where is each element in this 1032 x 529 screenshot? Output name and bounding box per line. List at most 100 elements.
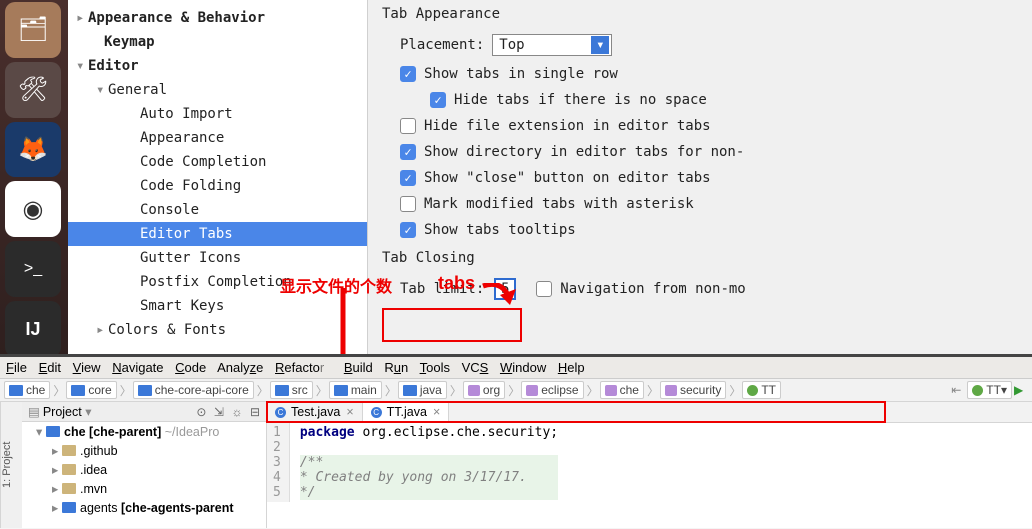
launcher-app-terminal[interactable]: >_ — [5, 241, 61, 297]
editor-tab-test[interactable]: CTest.java× — [267, 402, 363, 422]
launcher-app-chrome[interactable]: ◉ — [5, 181, 61, 237]
tree-general[interactable]: ▾General — [68, 78, 367, 102]
code-keyword: package — [300, 425, 355, 440]
tree-root[interactable]: ▾che [che-parent] ~/IdeaPro — [22, 422, 266, 441]
checkbox-icon[interactable] — [536, 281, 552, 297]
checkbox-icon[interactable] — [400, 196, 416, 212]
class-icon: C — [275, 407, 286, 418]
crumb-che2[interactable]: che — [600, 381, 644, 399]
menu-refactor[interactable]: Refactor — [275, 360, 332, 375]
close-icon[interactable]: × — [346, 405, 353, 419]
menu-navigate[interactable]: Navigate — [112, 360, 163, 375]
tree-smart-keys[interactable]: Smart Keys — [68, 294, 367, 318]
project-pane-header: ▤Project ▾ ⊙ ⇲ ☼ ⊟ — [22, 402, 266, 422]
code-text[interactable]: package org.eclipse.che.security; /** * … — [290, 423, 558, 502]
crumb-org[interactable]: org — [463, 381, 505, 399]
section-tab-closing: Tab Closing — [382, 250, 1022, 266]
tree-gutter-icons[interactable]: Gutter Icons — [68, 246, 367, 270]
crumb-label: main — [351, 383, 377, 397]
menu-build[interactable]: Build — [344, 360, 373, 375]
run-config-select[interactable]: TT ▾ — [967, 381, 1012, 399]
chk-close-btn[interactable]: ✓Show "close" button on editor tabs — [400, 170, 1022, 186]
folder-icon — [62, 464, 76, 475]
launcher-app-settings[interactable]: 🛠 — [5, 62, 61, 118]
chk-hide-no-space[interactable]: ✓Hide tabs if there is no space — [430, 92, 1022, 108]
tree-label: [che-agents-parent — [121, 501, 234, 515]
ide-window: File Edit View Navigate Code Analyze Ref… — [0, 354, 1032, 529]
project-toolwindow-tab[interactable]: 1: Project — [0, 402, 22, 528]
crumb-java[interactable]: java — [398, 381, 447, 399]
launcher-app-firefox[interactable]: 🦊 — [5, 122, 61, 178]
code-editor[interactable]: 12345 package org.eclipse.che.security; … — [267, 423, 1032, 502]
chk-single-row[interactable]: ✓Show tabs in single row — [400, 66, 1022, 82]
checkbox-icon[interactable]: ✓ — [430, 92, 446, 108]
chk-hide-ext[interactable]: Hide file extension in editor tabs — [400, 118, 1022, 134]
chevron-down-icon: ▾ — [591, 36, 609, 54]
crumb-src[interactable]: src — [270, 381, 313, 399]
crumb-che[interactable]: che — [4, 381, 50, 399]
crumb-class[interactable]: TT — [742, 381, 781, 399]
autoscroll-icon[interactable]: ⇲ — [214, 405, 224, 419]
back-icon[interactable]: ⇤ — [951, 383, 961, 397]
package-icon — [468, 385, 480, 396]
crumb-label: che — [26, 383, 45, 397]
tree-code-completion[interactable]: Code Completion — [68, 150, 367, 174]
menu-file[interactable]: File — [6, 360, 27, 375]
checkbox-icon[interactable]: ✓ — [400, 222, 416, 238]
tree-dir-idea[interactable]: ▸.idea — [22, 460, 266, 479]
tree-appearance-item[interactable]: Appearance — [68, 126, 367, 150]
tree-code-folding[interactable]: Code Folding — [68, 174, 367, 198]
crumb-api-core[interactable]: che-core-api-core — [133, 381, 254, 399]
tree-dir-agents[interactable]: ▸agents [che-agents-parent — [22, 498, 266, 517]
tree-editor-tabs[interactable]: Editor Tabs — [68, 222, 367, 246]
tree-editor[interactable]: ▾Editor — [68, 54, 367, 78]
crumb-label: TT — [761, 383, 776, 397]
hide-icon[interactable]: ⊟ — [250, 405, 260, 419]
tree-console[interactable]: Console — [68, 198, 367, 222]
menu-edit[interactable]: Edit — [39, 360, 61, 375]
checkbox-icon[interactable]: ✓ — [400, 170, 416, 186]
settings-icon[interactable]: ☼ — [231, 405, 242, 419]
crumb-eclipse[interactable]: eclipse — [521, 381, 583, 399]
chk-mark-mod[interactable]: Mark modified tabs with asterisk — [400, 196, 1022, 212]
folder-icon — [138, 385, 152, 396]
checkbox-label: Show tabs tooltips — [424, 222, 576, 238]
settings-dialog: ▸Appearance & Behavior Keymap ▾Editor ▾G… — [68, 0, 1032, 354]
menu-bar: File Edit View Navigate Code Analyze Ref… — [0, 357, 1032, 379]
menu-tools[interactable]: Tools — [420, 360, 450, 375]
editor-tab-tt[interactable]: CTT.java× — [363, 402, 450, 422]
tree-colors-fonts[interactable]: ▸Colors & Fonts — [68, 318, 367, 342]
crumb-label: java — [420, 383, 442, 397]
menu-analyze[interactable]: Analyze — [217, 360, 263, 375]
menu-run[interactable]: Run — [384, 360, 408, 375]
tree-keymap[interactable]: Keymap — [68, 30, 367, 54]
placement-select[interactable]: Top ▾ — [492, 34, 612, 56]
chk-show-dir[interactable]: ✓Show directory in editor tabs for non- — [400, 144, 1022, 160]
run-icon[interactable]: ▶ — [1014, 383, 1028, 397]
tree-dir-mvn[interactable]: ▸.mvn — [22, 479, 266, 498]
tree-auto-import[interactable]: Auto Import — [68, 102, 367, 126]
launcher-app-intellij[interactable]: IJ — [5, 301, 61, 357]
class-icon — [747, 385, 758, 396]
checkbox-icon[interactable] — [400, 118, 416, 134]
collapse-icon[interactable]: ⊙ — [196, 405, 206, 419]
launcher-app-files[interactable]: 🗂 — [5, 2, 61, 58]
menu-window[interactable]: Window — [500, 360, 546, 375]
folder-icon — [9, 385, 23, 396]
folder-icon — [46, 426, 60, 437]
crumb-security[interactable]: security — [660, 381, 726, 399]
menu-view[interactable]: View — [73, 360, 101, 375]
checkbox-icon[interactable]: ✓ — [400, 66, 416, 82]
tree-appearance-behavior[interactable]: ▸Appearance & Behavior — [68, 6, 367, 30]
checkbox-icon[interactable]: ✓ — [400, 144, 416, 160]
placement-value: Top — [499, 37, 524, 53]
tree-dir-github[interactable]: ▸.github — [22, 441, 266, 460]
chk-tooltips[interactable]: ✓ Show tabs tooltips — [400, 222, 1022, 238]
crumb-core[interactable]: core — [66, 381, 116, 399]
menu-vcs[interactable]: VCS — [462, 360, 489, 375]
close-icon[interactable]: × — [433, 405, 440, 419]
menu-code[interactable]: Code — [175, 360, 206, 375]
menu-help[interactable]: Help — [558, 360, 585, 375]
code-line: org.eclipse.che.security; — [355, 425, 559, 440]
crumb-main[interactable]: main — [329, 381, 382, 399]
